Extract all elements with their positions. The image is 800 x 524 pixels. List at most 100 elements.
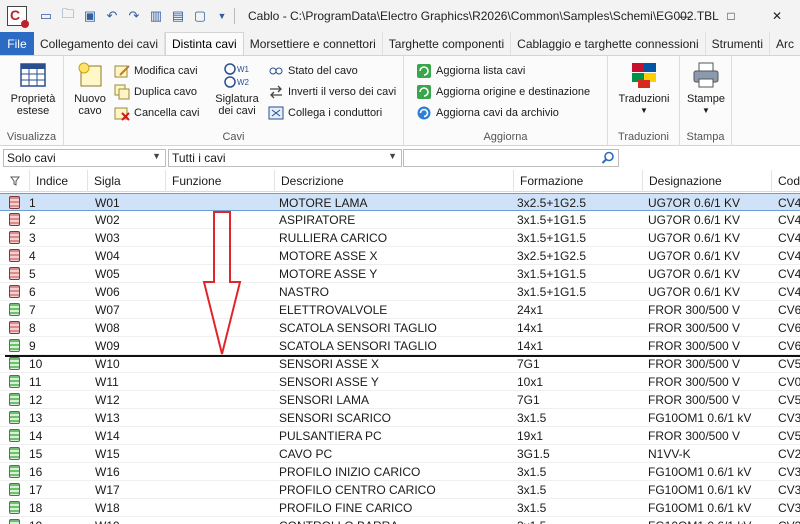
- cancella-cavi-button[interactable]: Cancella cavi: [114, 104, 199, 122]
- tab-arc[interactable]: Arc: [770, 32, 800, 55]
- stato-cavo-button[interactable]: Stato del cavo: [268, 62, 358, 80]
- table-row[interactable]: 5 W05 MOTORE ASSE Y 3x1.5+1G1.5 UG7OR 0.6/1 …: [0, 265, 800, 283]
- table-row[interactable]: 14 W14 PULSANTIERA PC 19x1 FROR 300/500 V CV5: [0, 427, 800, 445]
- cell-descrizione: MOTORE ASSE X: [279, 248, 378, 263]
- table-row[interactable]: 11 W11 SENSORI ASSE Y 10x1 FROR 300/500 V CV0: [0, 373, 800, 391]
- siglatura-button[interactable]: W1 W2 Siglatura dei cavi: [212, 60, 262, 117]
- proprieta-estese-label: Proprietà estese: [10, 93, 56, 117]
- inverti-verso-button[interactable]: Inverti il verso dei cavi: [268, 83, 396, 101]
- aggiorna-archivio-button[interactable]: Aggiorna cavi da archivio: [416, 104, 559, 122]
- cell-indice: 3: [29, 230, 36, 245]
- tab-file[interactable]: File: [0, 32, 34, 55]
- stampe-button[interactable]: Stampe ▼: [684, 60, 728, 117]
- cell-descrizione: MOTORE ASSE Y: [279, 266, 378, 281]
- cell-descrizione: NASTRO: [279, 284, 330, 299]
- maximize-button[interactable]: □: [708, 0, 754, 32]
- table-row[interactable]: 18 W18 PROFILO FINE CARICO 3x1.5 FG10OM1 0.6…: [0, 499, 800, 517]
- nuovo-cavo-label: Nuovo cavo: [74, 93, 106, 117]
- cell-funzione: [169, 391, 273, 408]
- cell-formazione: 3x2.5+1G2.5: [517, 195, 587, 210]
- group-stampa: Stampe ▼ Stampa: [680, 56, 732, 146]
- aggiorna-lista-button[interactable]: Aggiorna lista cavi: [416, 62, 525, 80]
- cell-sigla: W15: [95, 446, 120, 461]
- tab-targhette[interactable]: Targhette componenti: [383, 32, 512, 55]
- cell-funzione: [169, 409, 273, 426]
- delete-icon: [114, 107, 130, 121]
- tab-morsettiere[interactable]: Morsettiere e connettori: [244, 32, 383, 55]
- proprieta-estese-button[interactable]: Proprietà estese: [6, 60, 60, 117]
- traduzioni-button[interactable]: Traduzioni ▼: [616, 60, 672, 117]
- table-row[interactable]: 16 W16 PROFILO INIZIO CARICO 3x1.5 FG10OM1 0…: [0, 463, 800, 481]
- cable-status-icon: [9, 357, 20, 370]
- columns-icon[interactable]: ▤: [169, 7, 187, 25]
- cable-status-icon: [9, 483, 20, 496]
- column-header-formazione[interactable]: Formazione: [514, 170, 643, 192]
- cell-cod: CV5: [778, 428, 800, 443]
- cell-formazione: 3x1.5: [517, 464, 547, 479]
- cell-formazione: 3x2.5+1G2.5: [517, 248, 587, 263]
- cable-list-grid: Indice Sigla Funzione Descrizione Formaz…: [0, 170, 800, 524]
- column-header-indice[interactable]: Indice: [30, 170, 88, 192]
- tipo-filter-dropdown[interactable]: Solo cavi ▼: [3, 149, 166, 167]
- tab-collegamento[interactable]: Collegamento dei cavi: [34, 32, 166, 55]
- minimize-button[interactable]: —: [662, 0, 708, 32]
- cell-indice: 4: [29, 248, 36, 263]
- search-icon[interactable]: [601, 151, 615, 165]
- cell-cod: CV4: [778, 248, 800, 263]
- column-header-cod[interactable]: Cod: [772, 170, 800, 192]
- ambito-filter-dropdown[interactable]: Tutti i cavi ▼: [168, 149, 402, 167]
- nuovo-cavo-button[interactable]: Nuovo cavo: [70, 60, 110, 117]
- new-file-icon[interactable]: ▭: [37, 7, 55, 25]
- cell-sigla: W03: [95, 230, 120, 245]
- window-icon[interactable]: ▢: [191, 7, 209, 25]
- tab-distinta-cavi[interactable]: Distinta cavi: [165, 32, 244, 55]
- table-row[interactable]: 1 W01 MOTORE LAMA 3x2.5+1G2.5 UG7OR 0.6/1 KV…: [0, 193, 800, 211]
- cell-sigla: W08: [95, 320, 120, 335]
- modifica-cavi-button[interactable]: Modifica cavi: [114, 62, 198, 80]
- refresh-icon: [417, 64, 431, 78]
- cell-funzione: [169, 194, 273, 211]
- table-row[interactable]: 12 W12 SENSORI LAMA 7G1 FROR 300/500 V CV5: [0, 391, 800, 409]
- table-row[interactable]: 6 W06 NASTRO 3x1.5+1G1.5 UG7OR 0.6/1 KV CV4: [0, 283, 800, 301]
- save-icon[interactable]: ▣: [81, 7, 99, 25]
- table-row[interactable]: 9 W09 SCATOLA SENSORI TAGLIO 14x1 FROR 300/5…: [0, 337, 800, 355]
- collega-conduttori-button[interactable]: Collega i conduttori: [268, 104, 382, 122]
- cell-funzione: [169, 463, 273, 480]
- table-row[interactable]: 17 W17 PROFILO CENTRO CARICO 3x1.5 FG10OM1 0…: [0, 481, 800, 499]
- cell-funzione: [169, 445, 273, 462]
- close-button[interactable]: ✕: [754, 0, 800, 32]
- column-header-sigla[interactable]: Sigla: [88, 170, 166, 192]
- table-row[interactable]: 3 W03 RULLIERA CARICO 3x1.5+1G1.5 UG7OR 0.6/…: [0, 229, 800, 247]
- table-row[interactable]: 10 W10 SENSORI ASSE X 7G1 FROR 300/500 V CV5: [0, 355, 800, 373]
- column-header-descrizione[interactable]: Descrizione: [275, 170, 514, 192]
- cable-status-icon: [9, 321, 20, 334]
- table-row[interactable]: 4 W04 MOTORE ASSE X 3x2.5+1G2.5 UG7OR 0.6/1 …: [0, 247, 800, 265]
- undo-icon[interactable]: ↶: [103, 7, 121, 25]
- open-folder-icon[interactable]: 🗀: [59, 6, 77, 25]
- column-header-funzione[interactable]: Funzione: [166, 170, 275, 192]
- group-label-aggiorna: Aggiorna: [483, 131, 528, 143]
- duplica-cavo-label: Duplica cavo: [134, 86, 197, 98]
- app-logo-icon[interactable]: [7, 6, 29, 28]
- table-row[interactable]: 8 W08 SCATOLA SENSORI TAGLIO 14x1 FROR 300/5…: [0, 319, 800, 337]
- table-row[interactable]: 15 W15 CAVO PC 3G1.5 N1VV-K CV2: [0, 445, 800, 463]
- printer-icon: [693, 62, 719, 88]
- table-row[interactable]: 13 W13 SENSORI SCARICO 3x1.5 FG10OM1 0.6/1 k…: [0, 409, 800, 427]
- table-row[interactable]: 2 W02 ASPIRATORE 3x1.5+1G1.5 UG7OR 0.6/1 KV C…: [0, 211, 800, 229]
- column-header-designazione[interactable]: Designazione: [643, 170, 772, 192]
- aggiorna-origine-label: Aggiorna origine e destinazione: [436, 86, 591, 98]
- aggiorna-origine-button[interactable]: Aggiorna origine e destinazione: [416, 83, 590, 101]
- cable-status-icon: [9, 267, 20, 280]
- tab-cablaggio[interactable]: Cablaggio e targhette connessioni: [511, 32, 706, 55]
- customize-qat-icon[interactable]: ▼: [213, 7, 231, 25]
- down-arrow-icon: [202, 211, 242, 355]
- duplica-cavo-button[interactable]: Duplica cavo: [114, 83, 197, 101]
- redo-icon[interactable]: ↷: [125, 7, 143, 25]
- split-view-icon[interactable]: ▥: [147, 7, 165, 25]
- search-input[interactable]: [403, 149, 619, 167]
- table-row[interactable]: 19 W19 CONTROLLO BARRA3x1.5FG10OM1 0.6/1 k…: [0, 517, 800, 524]
- filter-rows-icon[interactable]: [0, 170, 30, 192]
- svg-text:W2: W2: [237, 78, 250, 87]
- tab-strumenti[interactable]: Strumenti: [706, 32, 770, 55]
- table-row[interactable]: 7 W07 ELETTROVALVOLE 24x1 FROR 300/500 V CV6: [0, 301, 800, 319]
